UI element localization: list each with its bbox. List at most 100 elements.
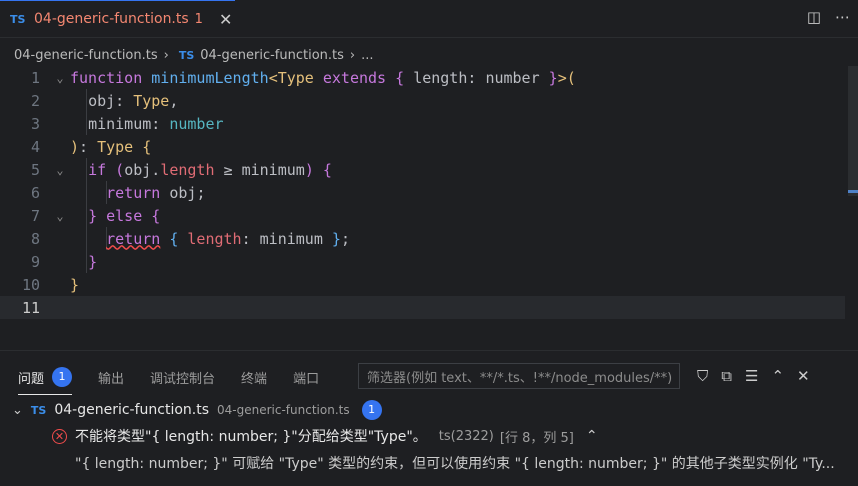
token: : xyxy=(79,137,89,156)
tab-title: 04-generic-function.ts xyxy=(34,11,189,27)
tab-label: 问题 xyxy=(18,371,45,387)
problem-item[interactable]: ✕ 不能将类型"{ length: number; }"分配给类型"Type"。… xyxy=(52,424,598,448)
token: ; xyxy=(340,229,350,248)
code-line-current: 11 xyxy=(0,296,845,319)
split-editor-icon[interactable]: ◫ xyxy=(807,8,821,26)
code-line: 9 } xyxy=(0,250,845,273)
token: minimumLength xyxy=(151,68,269,87)
more-actions-icon[interactable]: ⋯ xyxy=(835,8,850,26)
breadcrumb-ellipsis[interactable]: ... xyxy=(361,48,373,63)
token: extends xyxy=(322,68,387,87)
token: { xyxy=(142,137,152,156)
line-number: 10 xyxy=(21,275,40,294)
editor-scrollbar[interactable] xyxy=(848,66,858,196)
line-number: 11 xyxy=(21,298,40,317)
code-line: 5 ⌄ if (obj.length ≥ minimum) { xyxy=(0,158,845,181)
code-line: 7 ⌄ } else { xyxy=(0,204,845,227)
close-icon[interactable]: ✕ xyxy=(219,10,232,29)
token: ) xyxy=(70,137,80,156)
token-error: return xyxy=(106,229,161,248)
token: if xyxy=(88,160,107,179)
filter-icon[interactable]: ⛉ xyxy=(697,367,708,385)
tab-ports[interactable]: 端口 xyxy=(293,359,319,395)
token: obj xyxy=(88,91,116,110)
error-message: 不能将类型"{ length: number; }"分配给类型"Type"。 xyxy=(75,429,427,445)
tab-output[interactable]: 输出 xyxy=(98,359,124,395)
error-location: [行 8，列 5] xyxy=(499,430,574,446)
token: Type xyxy=(277,68,314,87)
token: return xyxy=(106,183,161,202)
fold-chevron-icon[interactable]: ⌄ xyxy=(50,209,70,223)
view-as-list-icon[interactable]: ☰ xyxy=(745,367,758,385)
breadcrumb-folder[interactable]: 04-generic-function.ts xyxy=(14,48,158,63)
filter-placeholder: 筛选器(例如 text、**/*.ts、!**/node_modules/**) xyxy=(367,370,673,386)
token: ) xyxy=(304,160,314,179)
breadcrumb-file[interactable]: 04-generic-function.ts xyxy=(200,48,344,63)
token: ( xyxy=(115,160,125,179)
panel-tabs: 问题 1 输出 调试控制台 终端 端口 xyxy=(0,359,319,395)
file-problem-count-badge: 1 xyxy=(361,400,382,420)
chevron-right-icon: › xyxy=(163,47,169,63)
token: Type xyxy=(97,137,134,156)
line-number: 9 xyxy=(30,252,40,271)
code-line: 1 ⌄ function minimumLength<Type extends … xyxy=(0,66,845,89)
close-panel-icon[interactable]: ✕ xyxy=(797,367,810,385)
token: : xyxy=(241,229,251,248)
token: { xyxy=(322,160,332,179)
token: ( xyxy=(566,68,576,87)
token: obj xyxy=(169,183,197,202)
token: length xyxy=(187,229,242,248)
error-code: ts(2322) xyxy=(438,428,494,444)
token: } xyxy=(548,68,558,87)
token: . xyxy=(151,160,161,179)
typescript-icon: TS xyxy=(178,48,195,62)
collapse-all-icon[interactable]: ⧉ xyxy=(721,367,732,385)
scrollbar-marker xyxy=(848,190,858,193)
chevron-down-icon: ⌄ xyxy=(12,402,23,418)
tab-debug-console[interactable]: 调试控制台 xyxy=(150,359,215,395)
token: { xyxy=(169,229,179,248)
code-line: 8 return { length: minimum }; xyxy=(0,227,845,250)
fold-chevron-icon[interactable]: ⌄ xyxy=(50,71,70,85)
line-number: 5 xyxy=(30,160,40,179)
problem-file-group[interactable]: ⌄ TS 04-generic-function.ts 04-generic-f… xyxy=(12,398,382,422)
line-number: 2 xyxy=(30,91,40,110)
maximize-panel-icon[interactable]: ⌃ xyxy=(771,367,784,385)
fold-chevron-icon[interactable]: ⌄ xyxy=(50,163,70,177)
code-line: 3 minimum: number xyxy=(0,112,845,135)
chevron-up-icon[interactable]: ⌃ xyxy=(586,428,598,444)
problems-filter-input[interactable]: 筛选器(例如 text、**/*.ts、!**/node_modules/**) xyxy=(358,363,680,389)
problem-detail-text: "{ length: number; }" 可赋给 "Type" 类型的约束，但… xyxy=(75,456,835,472)
code-editor[interactable]: 1 ⌄ function minimumLength<Type extends … xyxy=(0,66,858,334)
editor-tab-bar: TS 04-generic-function.ts 1 ✕ ◫ ⋯ xyxy=(0,0,858,38)
token: , xyxy=(169,91,179,110)
tab-terminal[interactable]: 终端 xyxy=(241,359,267,395)
token: { xyxy=(395,68,405,87)
token: { xyxy=(151,206,161,225)
code-line: 10 } xyxy=(0,273,845,296)
token: ≥ xyxy=(223,160,233,179)
token: minimum xyxy=(259,229,323,248)
token: minimum xyxy=(241,160,305,179)
editor-actions: ◫ ⋯ xyxy=(807,8,850,26)
token: length xyxy=(160,160,215,179)
code-line: 6 return obj; xyxy=(0,181,845,204)
token: > xyxy=(557,68,567,87)
token: } xyxy=(88,206,98,225)
token: : xyxy=(115,91,125,110)
token: } xyxy=(88,252,98,271)
editor-tab[interactable]: TS 04-generic-function.ts 1 ✕ xyxy=(0,0,235,37)
code-line: 4 ): Type { xyxy=(0,135,845,158)
problem-file-name: 04-generic-function.ts xyxy=(54,402,210,418)
typescript-icon: TS xyxy=(10,12,26,26)
token: < xyxy=(268,68,278,87)
token: function xyxy=(70,68,143,87)
token: minimum xyxy=(88,114,152,133)
bottom-panel: 问题 1 输出 调试控制台 终端 端口 筛选器(例如 text、**/*.ts、… xyxy=(0,350,858,486)
token: } xyxy=(331,229,341,248)
problem-file-path: 04-generic-function.ts xyxy=(217,403,350,417)
token: length xyxy=(413,68,468,87)
tab-problems[interactable]: 问题 1 xyxy=(18,359,73,395)
line-number: 3 xyxy=(30,114,40,133)
token: number xyxy=(485,68,540,87)
